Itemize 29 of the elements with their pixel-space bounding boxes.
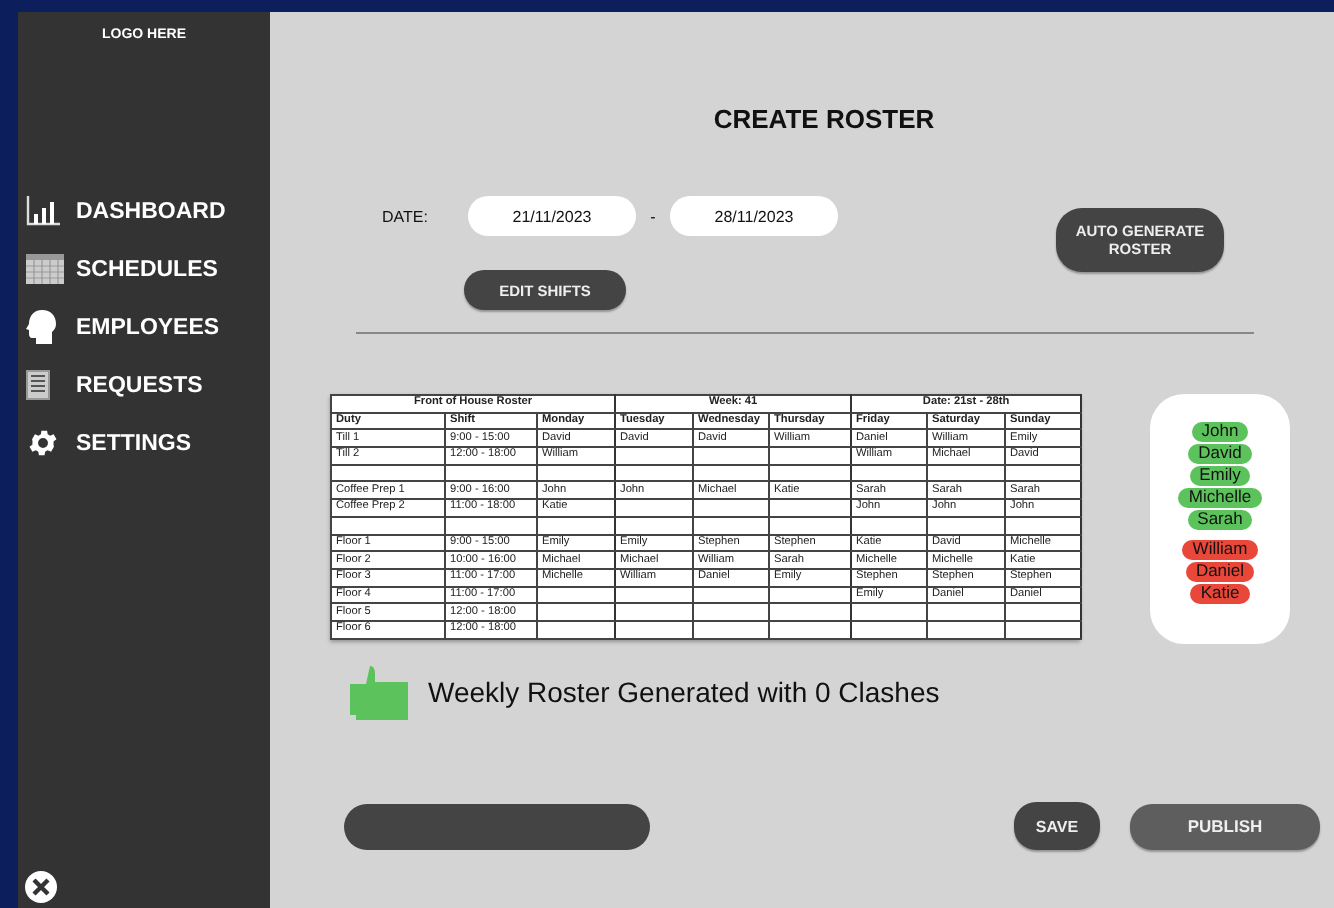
staff-tag: David: [1188, 444, 1252, 463]
date-label: DATE:: [382, 207, 430, 225]
sidebar-item[interactable]: EMPLOYEES: [26, 310, 220, 344]
input-field[interactable]: [344, 803, 650, 849]
end-date-field[interactable]: 28/11/2023: [670, 196, 838, 236]
head-silhouette-icon: [26, 310, 58, 344]
settings-icon: [26, 426, 60, 460]
calendar-icon: [26, 254, 64, 284]
staff-tag: Michelle: [1178, 488, 1262, 507]
page-title: CREATE ROSTER: [713, 104, 935, 134]
bar-chart-icon: [26, 196, 60, 226]
document-icon: [26, 370, 50, 400]
date-separator: -: [648, 207, 658, 225]
staff-tag: Katie: [1190, 584, 1250, 603]
sidebar-item[interactable]: SCHEDULES: [26, 252, 218, 286]
thumbs-up-icon: [350, 664, 410, 720]
sidebar-item[interactable]: DASHBOARD: [26, 194, 226, 228]
sidebar-item[interactable]: SETTINGS: [26, 426, 192, 460]
close-icon[interactable]: [24, 870, 58, 904]
status-message: Weekly Roster Generated with 0 Clashes: [428, 676, 940, 708]
staff-tag: William: [1182, 540, 1258, 559]
staff-tag: Emily: [1189, 466, 1251, 485]
staff-tag: Sarah: [1187, 510, 1253, 529]
start-date-field[interactable]: 21/11/2023: [468, 196, 636, 236]
publish-button[interactable]: PUBLISH: [1130, 803, 1320, 849]
staff-tag: Daniel: [1185, 562, 1255, 581]
save-button[interactable]: SAVE: [1014, 802, 1100, 850]
staff-tag: John: [1191, 422, 1249, 441]
sidebar-item[interactable]: REQUESTS: [26, 368, 203, 402]
